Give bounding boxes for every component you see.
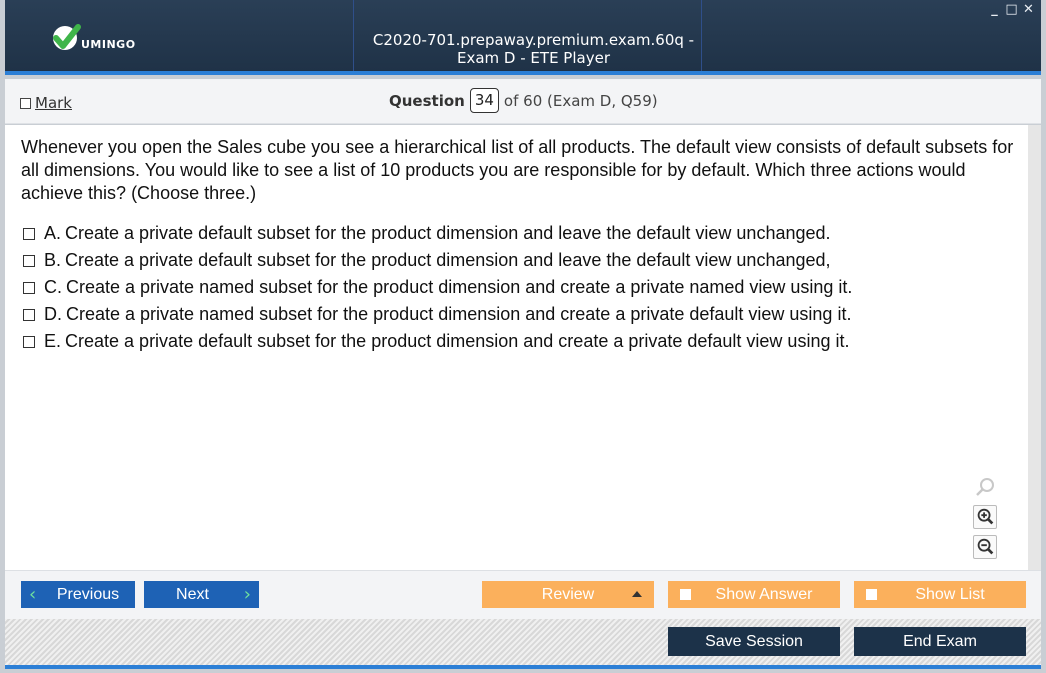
zoom-in-icon[interactable] [973, 505, 997, 529]
zoom-tools [973, 475, 1001, 565]
option-checkbox[interactable] [23, 254, 35, 267]
option-a[interactable]: A. Create a private default subset for t… [21, 220, 1017, 247]
navigation-bar: ‹ Previous Next › Review Show Answer Sho… [5, 570, 1041, 619]
show-list-button[interactable]: Show List [854, 581, 1026, 608]
next-label: Next [176, 585, 209, 603]
title-bar: UMINGO C2020-701.prepaway.premium.exam.6… [5, 0, 1041, 75]
question-number-input[interactable]: 34 [469, 88, 499, 113]
option-text: Create a private named subset for the pr… [66, 277, 853, 297]
app-window: UMINGO C2020-701.prepaway.premium.exam.6… [0, 0, 1046, 673]
end-exam-button[interactable]: End Exam [854, 627, 1026, 656]
search-icon[interactable] [973, 475, 997, 499]
question-label: Question [389, 91, 465, 110]
option-checkbox[interactable] [23, 227, 35, 240]
session-bar: Save Session End Exam [5, 619, 1041, 665]
show-list-checkbox[interactable] [866, 589, 877, 600]
review-button[interactable]: Review [482, 581, 654, 608]
window-title: C2020-701.prepaway.premium.exam.60q - Ex… [372, 31, 695, 67]
bottom-accent-strip [5, 665, 1041, 669]
option-letter: E. [44, 331, 62, 351]
chevron-right-icon: › [243, 584, 251, 605]
title-divider [353, 0, 354, 71]
maximize-button[interactable]: □ [1005, 3, 1018, 16]
option-letter: C. [44, 277, 62, 297]
close-button[interactable]: ✕ [1022, 3, 1035, 16]
option-text: Create a private named subset for the pr… [66, 304, 852, 324]
caret-up-icon [632, 591, 642, 597]
answer-options: A. Create a private default subset for t… [21, 220, 1017, 355]
window-controls: _ □ ✕ [988, 3, 1035, 16]
option-e[interactable]: E. Create a private default subset for t… [21, 328, 1017, 355]
option-d[interactable]: D. Create a private named subset for the… [21, 301, 1017, 328]
option-text: Create a private default subset for the … [65, 223, 831, 243]
minimize-button[interactable]: _ [988, 3, 1001, 16]
option-c[interactable]: C. Create a private named subset for the… [21, 274, 1017, 301]
question-text: Whenever you open the Sales cube you see… [21, 137, 1014, 203]
save-session-button[interactable]: Save Session [668, 627, 840, 656]
mark-checkbox[interactable]: Mark [20, 94, 72, 112]
question-count: of 60 (Exam D, Q59) [503, 91, 658, 110]
zoom-out-icon[interactable] [973, 535, 997, 559]
next-button[interactable]: Next › [144, 581, 259, 608]
check-logo-icon [53, 24, 81, 50]
option-text: Create a private default subset for the … [65, 331, 850, 351]
option-letter: A. [44, 223, 62, 243]
vertical-scrollbar[interactable] [1028, 125, 1041, 570]
question-header: Mark Question 34 of 60 (Exam D, Q59) [5, 79, 1041, 124]
show-list-label: Show List [915, 585, 985, 603]
option-checkbox[interactable] [23, 308, 35, 321]
option-b[interactable]: B. Create a private default subset for t… [21, 247, 1017, 274]
option-checkbox[interactable] [23, 281, 35, 294]
previous-button[interactable]: ‹ Previous [21, 581, 135, 608]
previous-label: Previous [56, 585, 120, 603]
show-answer-label: Show Answer [715, 585, 813, 603]
logo-text: UMINGO [81, 38, 136, 51]
review-label: Review [541, 585, 595, 603]
question-indicator: Question 34 of 60 (Exam D, Q59) [389, 88, 658, 113]
app-logo: UMINGO [51, 24, 161, 54]
option-checkbox[interactable] [23, 335, 35, 348]
chevron-left-icon: ‹ [29, 584, 37, 605]
show-answer-checkbox[interactable] [680, 589, 691, 600]
question-panel: Whenever you open the Sales cube you see… [5, 125, 1028, 570]
option-text: Create a private default subset for the … [65, 250, 831, 270]
mark-checkbox-box[interactable] [20, 97, 31, 109]
mark-label[interactable]: Mark [35, 94, 72, 112]
option-letter: B. [44, 250, 62, 270]
option-letter: D. [44, 304, 62, 324]
show-answer-button[interactable]: Show Answer [668, 581, 840, 608]
